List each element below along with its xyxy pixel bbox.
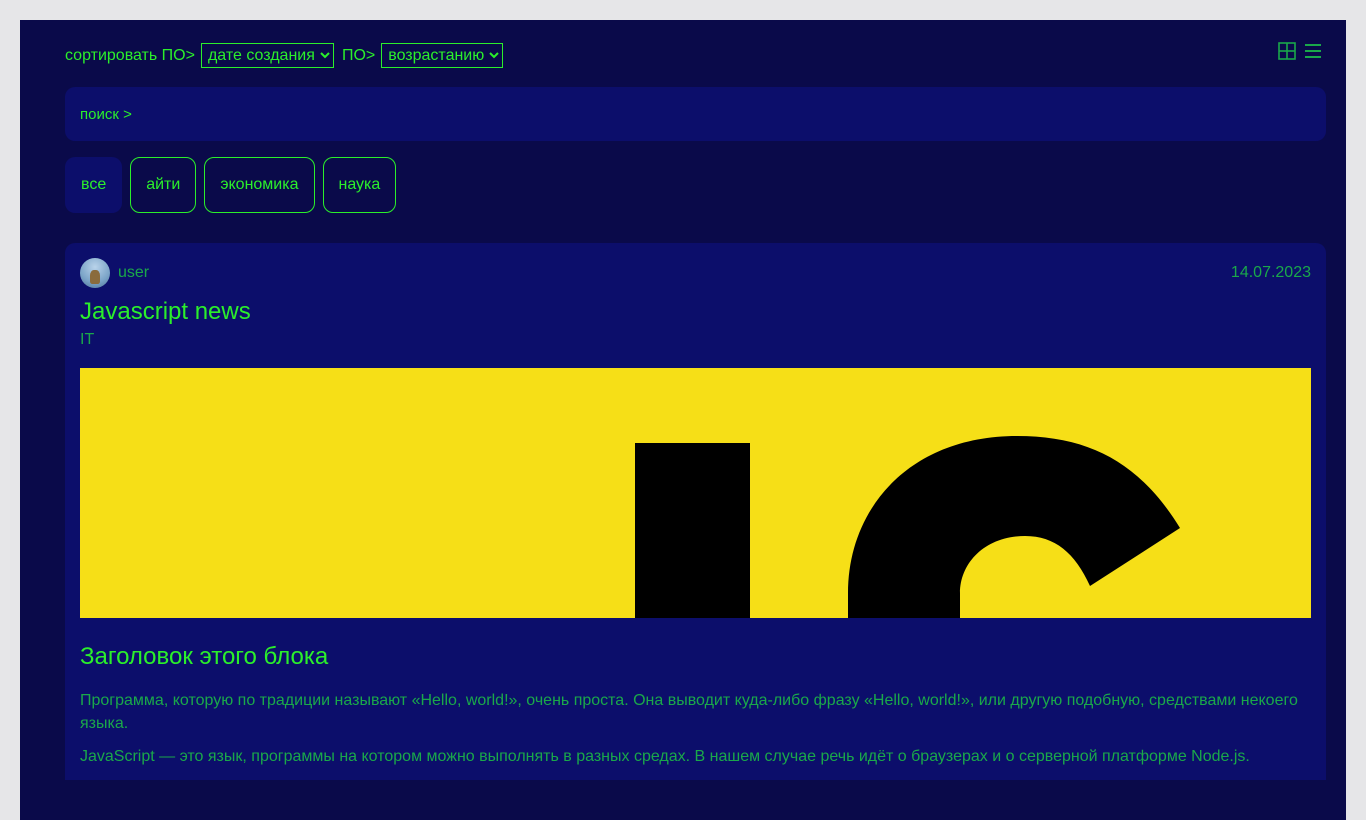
search-field[interactable]: поиск >: [65, 87, 1326, 141]
list-view-icon[interactable]: [1304, 42, 1322, 60]
page: сортировать ПО> дате создания ПО> возрас…: [20, 20, 1346, 820]
sort-bar: сортировать ПО> дате создания ПО> возрас…: [65, 43, 511, 68]
tag-it[interactable]: айти: [130, 157, 197, 213]
post-title[interactable]: Javascript news: [80, 298, 251, 326]
sort-order-select[interactable]: возрастанию: [381, 43, 504, 68]
view-toggle: [1278, 42, 1322, 60]
grid-view-icon[interactable]: [1278, 42, 1296, 60]
post-date: 14.07.2023: [1230, 264, 1311, 281]
tag-filter: все айти экономика наука: [65, 157, 397, 213]
post-card[interactable]: user 14.07.2023 Javascript news IT Загол…: [65, 243, 1326, 780]
block-title: Заголовок этого блока: [80, 643, 329, 670]
sort-label: сортировать ПО>: [65, 46, 195, 64]
post-paragraph: JavaScript — это язык, программы на кото…: [80, 748, 1250, 765]
tag-science[interactable]: наука: [322, 157, 397, 213]
post-category: IT: [80, 331, 95, 348]
order-label: ПО>: [341, 46, 376, 64]
post-author[interactable]: user: [80, 258, 149, 288]
post-paragraph: Программа, которую по традиции называют …: [80, 692, 1298, 732]
tag-economics[interactable]: экономика: [204, 157, 315, 213]
avatar[interactable]: [80, 258, 110, 288]
post-cover-image: [80, 368, 1311, 618]
author-name[interactable]: user: [118, 264, 149, 282]
post-header: user 14.07.2023: [80, 258, 1311, 288]
js-logo-image: [635, 436, 1180, 618]
sort-field-select[interactable]: дате создания: [200, 43, 334, 68]
tag-all[interactable]: все: [65, 157, 123, 213]
search-label: поиск >: [80, 105, 132, 123]
